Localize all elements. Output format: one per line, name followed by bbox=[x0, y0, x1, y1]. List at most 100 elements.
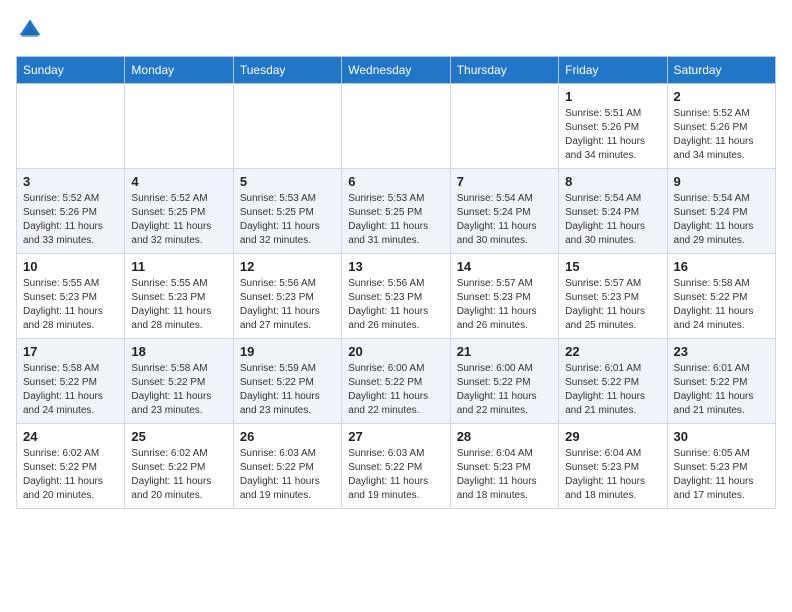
day-number: 24 bbox=[23, 429, 118, 444]
day-number: 22 bbox=[565, 344, 660, 359]
day-number: 10 bbox=[23, 259, 118, 274]
calendar-cell: 9 Sunrise: 5:54 AM Sunset: 5:24 PM Daylig… bbox=[667, 169, 775, 254]
day-number: 1 bbox=[565, 89, 660, 104]
day-info: Sunrise: 5:57 AM Sunset: 5:23 PM Dayligh… bbox=[565, 277, 660, 333]
day-info: Sunrise: 6:05 AM Sunset: 5:23 PM Dayligh… bbox=[674, 447, 769, 503]
day-number: 23 bbox=[674, 344, 769, 359]
calendar-cell: 12 Sunrise: 5:56 AM Sunset: 5:23 PM Dayli… bbox=[233, 254, 341, 339]
weekday-header: Sunday bbox=[17, 57, 125, 84]
day-info: Sunrise: 5:54 AM Sunset: 5:24 PM Dayligh… bbox=[674, 192, 769, 248]
calendar-cell bbox=[17, 84, 125, 169]
calendar-cell: 20 Sunrise: 6:00 AM Sunset: 5:22 PM Dayli… bbox=[342, 339, 450, 424]
day-number: 4 bbox=[131, 174, 226, 189]
calendar-week-row: 1 Sunrise: 5:51 AM Sunset: 5:26 PM Daylig… bbox=[17, 84, 776, 169]
day-number: 30 bbox=[674, 429, 769, 444]
calendar-week-row: 10 Sunrise: 5:55 AM Sunset: 5:23 PM Dayli… bbox=[17, 254, 776, 339]
calendar-cell: 28Sunrise: 6:04 AM Sunset: 5:23 PM Dayli… bbox=[450, 424, 558, 509]
day-info: Sunrise: 6:04 AM Sunset: 5:23 PM Dayligh… bbox=[457, 447, 552, 503]
day-number: 18 bbox=[131, 344, 226, 359]
day-info: Sunrise: 5:51 AM Sunset: 5:26 PM Dayligh… bbox=[565, 107, 660, 163]
day-info: Sunrise: 6:02 AM Sunset: 5:22 PM Dayligh… bbox=[131, 447, 226, 503]
calendar-cell: 13Sunrise: 5:56 AM Sunset: 5:23 PM Dayli… bbox=[342, 254, 450, 339]
calendar-cell: 10 Sunrise: 5:55 AM Sunset: 5:23 PM Dayli… bbox=[17, 254, 125, 339]
day-info: Sunrise: 5:52 AM Sunset: 5:26 PM Dayligh… bbox=[674, 107, 769, 163]
day-info: Sunrise: 5:54 AM Sunset: 5:24 PM Dayligh… bbox=[565, 192, 660, 248]
calendar-cell: 1 Sunrise: 5:51 AM Sunset: 5:26 PM Daylig… bbox=[559, 84, 667, 169]
calendar-cell bbox=[342, 84, 450, 169]
day-number: 5 bbox=[240, 174, 335, 189]
calendar-week-row: 17 Sunrise: 5:58 AM Sunset: 5:22 PM Dayli… bbox=[17, 339, 776, 424]
weekday-header: Thursday bbox=[450, 57, 558, 84]
calendar-cell: 6 Sunrise: 5:53 AM Sunset: 5:25 PM Daylig… bbox=[342, 169, 450, 254]
day-number: 19 bbox=[240, 344, 335, 359]
weekday-header: Friday bbox=[559, 57, 667, 84]
calendar-cell: 29 Sunrise: 6:04 AM Sunset: 5:23 PM Dayli… bbox=[559, 424, 667, 509]
day-number: 12 bbox=[240, 259, 335, 274]
day-number: 21 bbox=[457, 344, 552, 359]
day-info: Sunrise: 6:01 AM Sunset: 5:22 PM Dayligh… bbox=[565, 362, 660, 418]
day-number: 2 bbox=[674, 89, 769, 104]
day-info: Sunrise: 5:55 AM Sunset: 5:23 PM Dayligh… bbox=[23, 277, 118, 333]
day-info: Sunrise: 5:57 AM Sunset: 5:23 PM Dayligh… bbox=[457, 277, 552, 333]
calendar-table: SundayMondayTuesdayWednesdayThursdayFrid… bbox=[16, 56, 776, 509]
day-info: Sunrise: 6:02 AM Sunset: 5:22 PM Dayligh… bbox=[23, 447, 118, 503]
calendar-cell: 3 Sunrise: 5:52 AM Sunset: 5:26 PM Daylig… bbox=[17, 169, 125, 254]
calendar-week-row: 3 Sunrise: 5:52 AM Sunset: 5:26 PM Daylig… bbox=[17, 169, 776, 254]
day-number: 11 bbox=[131, 259, 226, 274]
calendar-cell: 11 Sunrise: 5:55 AM Sunset: 5:23 PM Dayli… bbox=[125, 254, 233, 339]
day-number: 6 bbox=[348, 174, 443, 189]
page-header bbox=[16, 16, 776, 44]
day-number: 15 bbox=[565, 259, 660, 274]
calendar-cell: 27 Sunrise: 6:03 AM Sunset: 5:22 PM Dayli… bbox=[342, 424, 450, 509]
calendar-cell: 15 Sunrise: 5:57 AM Sunset: 5:23 PM Dayli… bbox=[559, 254, 667, 339]
calendar-week-row: 24 Sunrise: 6:02 AM Sunset: 5:22 PM Dayli… bbox=[17, 424, 776, 509]
day-info: Sunrise: 5:56 AM Sunset: 5:23 PM Dayligh… bbox=[240, 277, 335, 333]
day-info: Sunrise: 6:03 AM Sunset: 5:22 PM Dayligh… bbox=[240, 447, 335, 503]
weekday-header: Saturday bbox=[667, 57, 775, 84]
calendar-cell: 26Sunrise: 6:03 AM Sunset: 5:22 PM Dayli… bbox=[233, 424, 341, 509]
day-info: Sunrise: 6:00 AM Sunset: 5:22 PM Dayligh… bbox=[457, 362, 552, 418]
calendar-cell bbox=[450, 84, 558, 169]
day-info: Sunrise: 5:59 AM Sunset: 5:22 PM Dayligh… bbox=[240, 362, 335, 418]
day-number: 29 bbox=[565, 429, 660, 444]
day-number: 3 bbox=[23, 174, 118, 189]
day-info: Sunrise: 6:00 AM Sunset: 5:22 PM Dayligh… bbox=[348, 362, 443, 418]
logo bbox=[16, 16, 48, 44]
day-info: Sunrise: 5:58 AM Sunset: 5:22 PM Dayligh… bbox=[131, 362, 226, 418]
day-number: 7 bbox=[457, 174, 552, 189]
day-number: 8 bbox=[565, 174, 660, 189]
calendar-cell: 5 Sunrise: 5:53 AM Sunset: 5:25 PM Daylig… bbox=[233, 169, 341, 254]
calendar-cell: 25 Sunrise: 6:02 AM Sunset: 5:22 PM Dayli… bbox=[125, 424, 233, 509]
day-info: Sunrise: 5:52 AM Sunset: 5:26 PM Dayligh… bbox=[23, 192, 118, 248]
weekday-header: Tuesday bbox=[233, 57, 341, 84]
calendar-cell: 19 Sunrise: 5:59 AM Sunset: 5:22 PM Dayli… bbox=[233, 339, 341, 424]
calendar-cell: 4 Sunrise: 5:52 AM Sunset: 5:25 PM Daylig… bbox=[125, 169, 233, 254]
calendar-cell: 17 Sunrise: 5:58 AM Sunset: 5:22 PM Dayli… bbox=[17, 339, 125, 424]
day-number: 27 bbox=[348, 429, 443, 444]
calendar-cell: 30 Sunrise: 6:05 AM Sunset: 5:23 PM Dayli… bbox=[667, 424, 775, 509]
day-info: Sunrise: 5:53 AM Sunset: 5:25 PM Dayligh… bbox=[348, 192, 443, 248]
day-number: 9 bbox=[674, 174, 769, 189]
day-info: Sunrise: 5:54 AM Sunset: 5:24 PM Dayligh… bbox=[457, 192, 552, 248]
day-number: 20 bbox=[348, 344, 443, 359]
calendar-cell: 14 Sunrise: 5:57 AM Sunset: 5:23 PM Dayli… bbox=[450, 254, 558, 339]
calendar-cell: 8 Sunrise: 5:54 AM Sunset: 5:24 PM Daylig… bbox=[559, 169, 667, 254]
weekday-header: Wednesday bbox=[342, 57, 450, 84]
calendar-cell: 22 Sunrise: 6:01 AM Sunset: 5:22 PM Dayli… bbox=[559, 339, 667, 424]
day-number: 25 bbox=[131, 429, 226, 444]
day-info: Sunrise: 6:04 AM Sunset: 5:23 PM Dayligh… bbox=[565, 447, 660, 503]
calendar-cell bbox=[233, 84, 341, 169]
day-info: Sunrise: 5:52 AM Sunset: 5:25 PM Dayligh… bbox=[131, 192, 226, 248]
day-number: 17 bbox=[23, 344, 118, 359]
day-info: Sunrise: 5:53 AM Sunset: 5:25 PM Dayligh… bbox=[240, 192, 335, 248]
day-info: Sunrise: 6:03 AM Sunset: 5:22 PM Dayligh… bbox=[348, 447, 443, 503]
day-info: Sunrise: 5:55 AM Sunset: 5:23 PM Dayligh… bbox=[131, 277, 226, 333]
logo-icon bbox=[16, 16, 44, 44]
day-number: 14 bbox=[457, 259, 552, 274]
weekday-header: Monday bbox=[125, 57, 233, 84]
day-info: Sunrise: 6:01 AM Sunset: 5:22 PM Dayligh… bbox=[674, 362, 769, 418]
calendar-cell: 21 Sunrise: 6:00 AM Sunset: 5:22 PM Dayli… bbox=[450, 339, 558, 424]
day-info: Sunrise: 5:58 AM Sunset: 5:22 PM Dayligh… bbox=[23, 362, 118, 418]
day-number: 13 bbox=[348, 259, 443, 274]
calendar-cell: 16Sunrise: 5:58 AM Sunset: 5:22 PM Dayli… bbox=[667, 254, 775, 339]
